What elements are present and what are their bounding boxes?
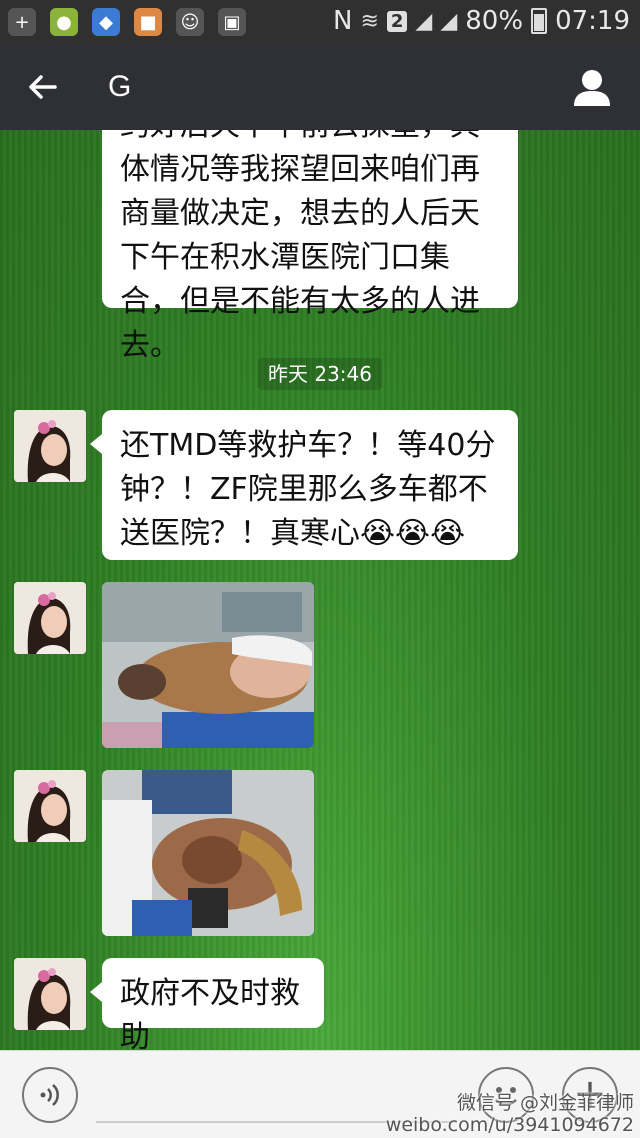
message-text: 政府不及时救助 xyxy=(120,976,300,1050)
watermark: 微信号 @刘金菲律师 weibo.com/u/3941094672 xyxy=(386,1092,634,1136)
voice-button[interactable] xyxy=(22,1067,78,1123)
smiley-icon: ☺ xyxy=(176,8,204,36)
clock: 07:19 xyxy=(555,6,630,36)
avatar-image xyxy=(14,958,86,1030)
avatar-image xyxy=(14,770,86,842)
chat-title: G xyxy=(108,70,132,103)
timestamp: 昨天 23:46 xyxy=(0,358,640,390)
signal-icon: ◢ xyxy=(440,8,458,34)
cry-emoji: 😭😭😭 xyxy=(360,516,466,551)
battery-icon xyxy=(531,8,548,34)
chat-area[interactable]: 约好后天下午前去探望，具体情况等我探望回来咱们再商量做决定，想去的人后天下午在积… xyxy=(0,130,640,1050)
watermark-line: 微信号 @刘金菲律师 xyxy=(456,1092,634,1114)
photo-message[interactable] xyxy=(102,582,314,748)
message-bubble[interactable]: 政府不及时救助 xyxy=(90,958,324,1050)
battery-percent: 80% xyxy=(465,6,524,36)
photo-message[interactable] xyxy=(102,770,314,936)
avatar[interactable] xyxy=(14,410,86,482)
timestamp-text: 昨天 23:46 xyxy=(258,358,382,390)
nfc-indicator: N xyxy=(333,6,353,36)
signal-icon: ◢ xyxy=(415,8,433,34)
sim-badge: 2 xyxy=(386,10,408,32)
message-text: 约好后天下午前去探望，具体情况等我探望回来咱们再商量做决定，想去的人后天下午在积… xyxy=(120,130,480,363)
avatar-image xyxy=(14,582,86,654)
person-icon xyxy=(574,70,610,106)
app-icon: ■ xyxy=(134,8,162,36)
photo-icon xyxy=(102,770,314,936)
image-icon: ▣ xyxy=(218,8,246,36)
back-button[interactable] xyxy=(18,62,68,112)
wifi-icon: ≋ xyxy=(360,8,379,34)
app-icon: ● xyxy=(50,8,78,36)
photo-icon xyxy=(102,582,314,748)
status-indicators: N ≋ 2 ◢ ◢ 80% 07:19 xyxy=(333,6,630,36)
add-icon: + xyxy=(8,8,36,36)
avatar[interactable] xyxy=(14,770,86,842)
message-bubble[interactable]: 还TMD等救护车？！等40分钟？！ZF院里那么多车都不送医院？！真寒心😭😭😭 xyxy=(90,410,518,560)
profile-button[interactable] xyxy=(568,64,616,112)
avatar-image xyxy=(14,410,86,482)
chat-header: G xyxy=(0,44,640,130)
message-bubble[interactable]: 约好后天下午前去探望，具体情况等我探望回来咱们再商量做决定，想去的人后天下午在积… xyxy=(102,130,518,363)
voice-icon xyxy=(40,1084,59,1106)
avatar[interactable] xyxy=(14,958,86,1030)
notification-icons: + ● ◆ ■ ☺ ▣ xyxy=(8,8,246,36)
avatar[interactable] xyxy=(14,582,86,654)
watermark-line: weibo.com/u/3941094672 xyxy=(385,1114,634,1136)
arrow-left-icon xyxy=(29,75,57,99)
app-icon: ◆ xyxy=(92,8,120,36)
status-bar: + ● ◆ ■ ☺ ▣ N ≋ 2 ◢ ◢ 80% 07:19 xyxy=(0,0,640,44)
